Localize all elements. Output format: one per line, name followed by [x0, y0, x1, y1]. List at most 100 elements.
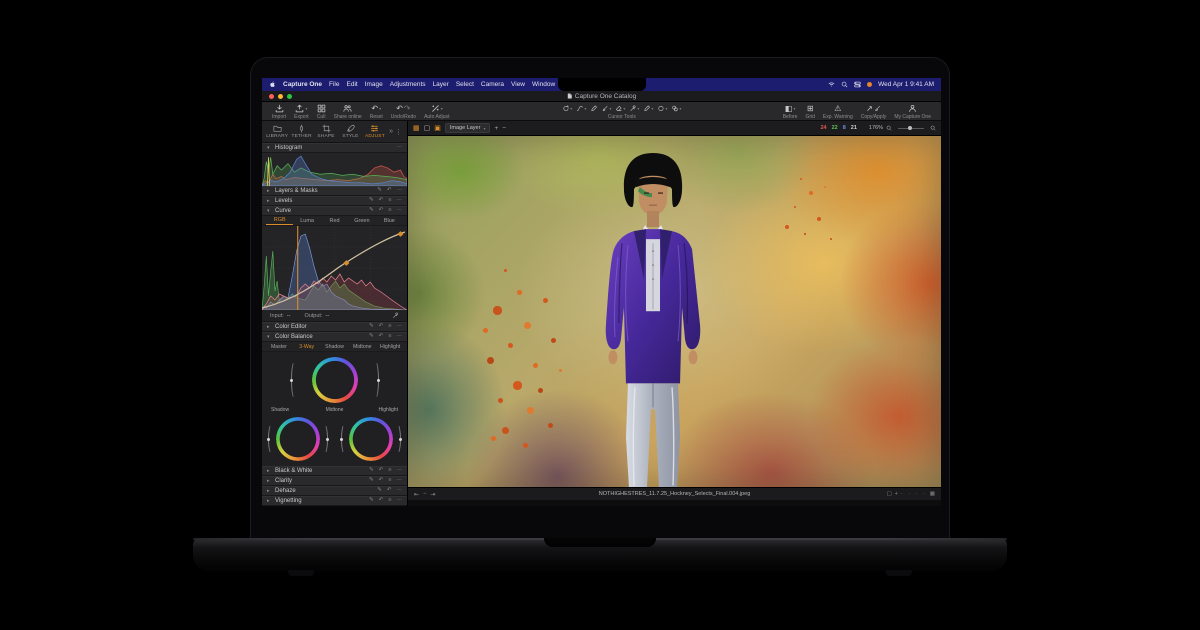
shadow-color-wheel[interactable] — [276, 417, 320, 461]
loupe-tool-icon[interactable] — [930, 125, 936, 131]
curve-tab-red[interactable]: Red — [321, 217, 348, 225]
tab-style[interactable]: STYLE — [339, 124, 361, 139]
undo-redo-buttons[interactable]: ↶ ↷ Undo/Redo — [387, 103, 420, 120]
copy-apply-buttons[interactable]: ↗ Copy/Apply — [857, 103, 891, 120]
grid-button[interactable]: ⊞ Grid — [801, 103, 818, 120]
section-header-clarity[interactable]: ▸ Clarity ✎ ↶ ≡ ⋯ — [262, 476, 407, 486]
add-tag-icon[interactable]: + — [895, 491, 898, 497]
search-icon[interactable] — [841, 81, 848, 88]
import-button[interactable]: Import — [268, 103, 290, 120]
brush-tool-icon[interactable]: ▾ — [600, 105, 612, 112]
presets-icon[interactable]: ≡ — [388, 198, 391, 204]
more-icon[interactable]: ⋯ — [397, 488, 403, 494]
pen-icon[interactable]: ✎ — [369, 198, 374, 204]
presets-icon[interactable]: ≡ — [388, 468, 391, 474]
my-capture-one-button[interactable]: My Capture One — [890, 103, 935, 120]
zoom-window-button[interactable] — [287, 93, 292, 99]
curve-tab-green[interactable]: Green — [348, 217, 375, 225]
next-image-icon[interactable]: ⇥ — [431, 491, 436, 498]
presets-icon[interactable]: ≡ — [388, 208, 391, 214]
midtone-color-wheel[interactable] — [311, 357, 358, 403]
section-header-levels[interactable]: ▸ Levels ✎ ↶ ≡ ⋯ — [262, 196, 407, 206]
pen-icon[interactable]: ✎ — [369, 208, 374, 214]
wifi-icon[interactable] — [828, 81, 835, 88]
reset-button[interactable]: ↶ ▾ Reset — [366, 103, 387, 120]
tab-shape[interactable]: SHAPE — [315, 124, 337, 139]
layer-dropdown[interactable]: Image Layer ▾ — [444, 123, 491, 133]
menu-clock[interactable]: Wed Apr 1 9:41 AM — [878, 81, 934, 88]
reset-icon[interactable]: ↶ — [387, 188, 392, 194]
menu-item-view[interactable]: View — [511, 81, 525, 88]
section-header-curve[interactable]: ▾ Curve ✎ ↶ ≡ ⋯ — [262, 206, 407, 216]
presets-icon[interactable]: ≡ — [388, 334, 391, 340]
close-window-button[interactable] — [269, 93, 274, 99]
menu-item-select[interactable]: Select — [456, 81, 474, 88]
more-icon[interactable]: ⋯ — [397, 145, 403, 151]
cb-tab-shadow[interactable]: Shadow — [321, 344, 349, 350]
reset-icon[interactable]: ↶ — [379, 208, 384, 214]
undo-icon[interactable]: ↶ — [396, 104, 403, 113]
tab-library[interactable]: LIBRARY — [266, 124, 288, 139]
reset-icon[interactable]: ↶ — [379, 198, 384, 204]
more-icon[interactable]: ⋯ — [397, 208, 403, 214]
reset-icon[interactable]: ↶ — [379, 324, 384, 330]
curve-tab-luma[interactable]: Luma — [293, 217, 320, 225]
proof-view-icon[interactable]: ▣ — [434, 125, 441, 132]
exposure-warning-button[interactable]: ⚠ Exp. Warning — [819, 103, 857, 120]
cull-button[interactable]: Cull — [313, 103, 330, 120]
pen-icon[interactable]: ✎ — [369, 478, 374, 484]
shadow-lightness-slider[interactable] — [321, 424, 329, 454]
section-header-histogram[interactable]: ▾ Histogram ⋯ — [262, 143, 407, 153]
more-tabs-icon[interactable]: » — [389, 128, 393, 135]
more-icon[interactable]: ⋯ — [397, 188, 403, 194]
curve-picker-icon[interactable] — [392, 312, 399, 319]
share-online-button[interactable]: Share online — [330, 103, 366, 120]
menu-item-window[interactable]: Window — [532, 81, 555, 88]
minimize-window-button[interactable] — [278, 93, 283, 99]
section-header-vignetting[interactable]: ▸ Vignetting ✎ ↶ ≡ ⋯ — [262, 496, 407, 506]
pen-icon[interactable]: ✎ — [369, 498, 374, 504]
color-tag-dots[interactable]: · · · · — [901, 491, 927, 497]
shadow-saturation-slider[interactable] — [267, 424, 275, 454]
menu-item-image[interactable]: Image — [365, 81, 383, 88]
rotate-tool-icon[interactable]: ▾ — [561, 105, 573, 112]
pen-icon[interactable]: ✎ — [377, 488, 382, 494]
export-button[interactable]: ▾ Export — [290, 103, 312, 120]
copy-arrow-icon[interactable]: ↗ — [866, 104, 873, 113]
curve-tool-icon[interactable]: ▾ — [575, 105, 587, 112]
reset-icon[interactable]: ↶ — [379, 468, 384, 474]
cb-tab-midtone[interactable]: Midtone — [348, 344, 376, 350]
eyedropper-tool-icon[interactable]: ▾ — [628, 105, 640, 112]
menu-item-camera[interactable]: Camera — [481, 81, 504, 88]
control-center-icon[interactable] — [854, 81, 861, 88]
more-icon[interactable]: ⋯ — [397, 468, 403, 474]
redo-icon[interactable]: ↷ — [404, 104, 411, 113]
more-icon[interactable]: ⋯ — [397, 478, 403, 484]
curve-tab-blue[interactable]: Blue — [376, 217, 403, 225]
pen-icon[interactable]: ✎ — [369, 468, 374, 474]
section-header-color-editor[interactable]: ▸ Color Editor ✎ ↶ ≡ ⋯ — [262, 322, 407, 332]
reset-icon[interactable]: ↶ — [379, 498, 384, 504]
eraser-tool-icon[interactable]: ▾ — [614, 105, 626, 112]
section-header-color-balance[interactable]: ▾ Color Balance ✎ ↶ ≡ ⋯ — [262, 332, 407, 342]
photo-canvas[interactable] — [408, 136, 941, 487]
curve-graph[interactable] — [262, 226, 407, 311]
midtone-saturation-slider[interactable] — [289, 361, 298, 399]
clone-tool-icon[interactable]: ▾ — [670, 105, 682, 112]
menu-app-name[interactable]: Capture One — [283, 81, 322, 88]
presets-icon[interactable]: ≡ — [388, 498, 391, 504]
single-view-icon[interactable]: ▢ — [424, 125, 431, 132]
section-header-black-white[interactable]: ▸ Black & White ✎ ↶ ≡ ⋯ — [262, 466, 407, 476]
section-header-layers-masks[interactable]: ▸ Layers & Masks ✎ ↶ ⋯ — [262, 186, 407, 196]
menu-item-layer[interactable]: Layer — [433, 81, 449, 88]
highlight-color-wheel[interactable] — [349, 417, 393, 461]
midtone-lightness-slider[interactable] — [372, 361, 380, 399]
pen-icon[interactable]: ✎ — [377, 188, 382, 194]
presets-icon[interactable]: ≡ — [388, 478, 391, 484]
menu-item-adjustments[interactable]: Adjustments — [390, 81, 426, 88]
pen-tool-icon[interactable] — [589, 105, 598, 112]
prev-image-icon[interactable]: ⇤ — [414, 491, 419, 498]
menu-item-file[interactable]: File — [329, 81, 339, 88]
overflow-menu-icon[interactable]: ⋮ — [395, 128, 402, 136]
curve-tab-rgb[interactable]: RGB — [266, 216, 294, 225]
